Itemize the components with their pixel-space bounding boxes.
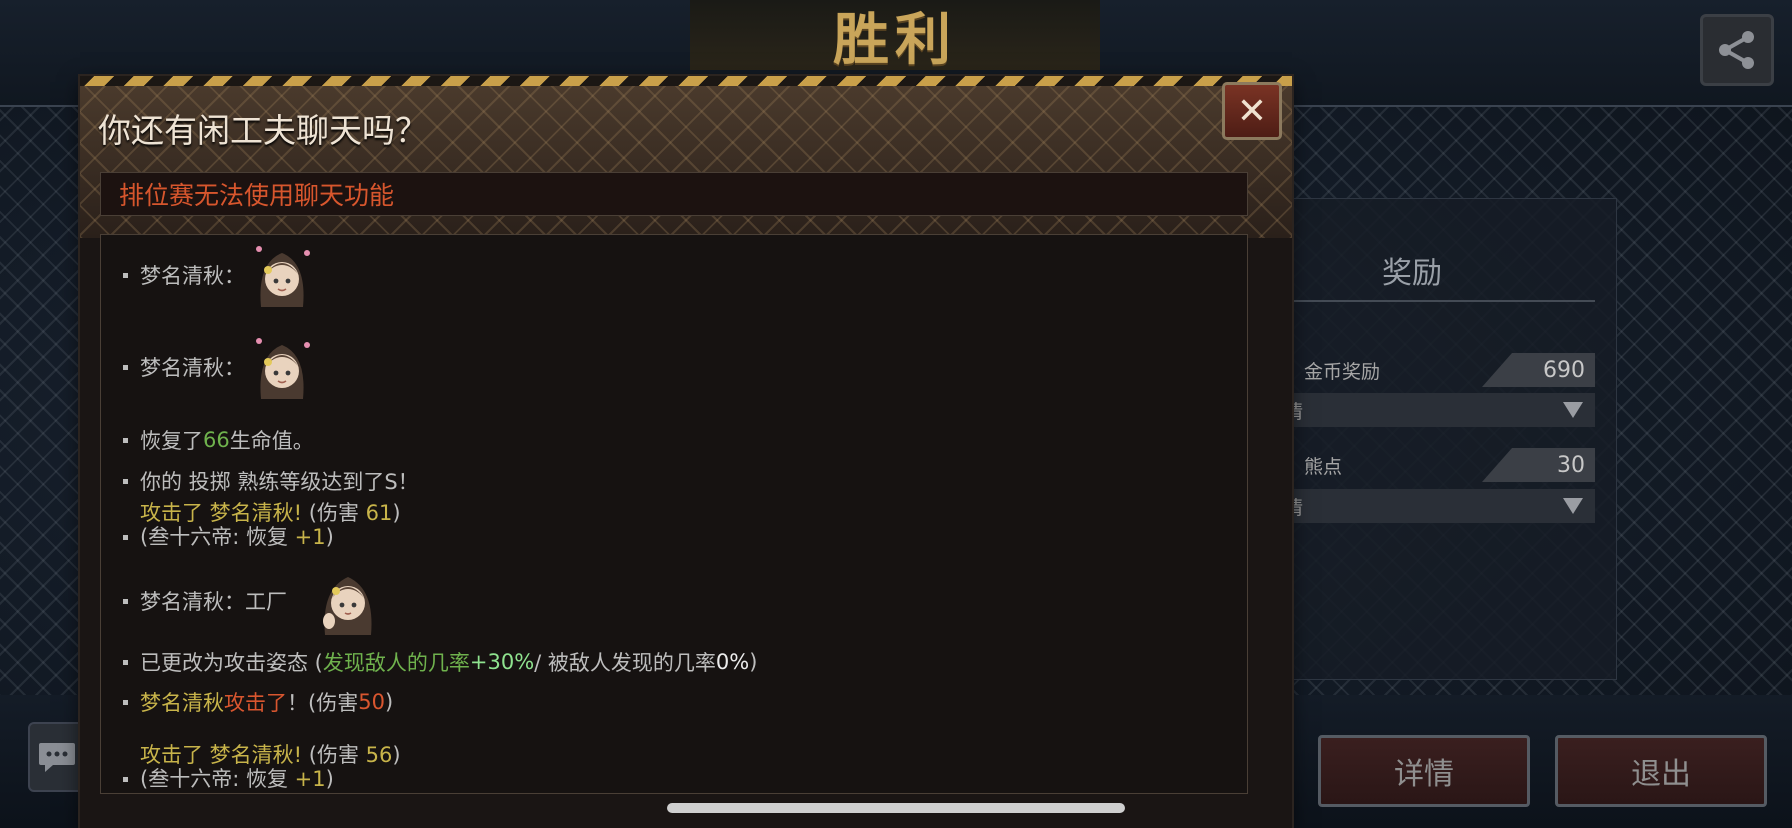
chat-message: 攻击了 梦名清秋! (伤害 61) (叁十六帝: 恢复 +1) <box>123 501 401 549</box>
heal-value: 66 <box>203 428 230 452</box>
girl-flower-sticker-icon <box>251 335 313 399</box>
message-text: 发现敌人的几率 <box>322 651 470 675</box>
reward-divider <box>1270 300 1595 302</box>
recover-value: +1 <box>294 767 326 791</box>
victory-banner: 胜利 <box>690 0 1100 73</box>
message-text: ) <box>392 501 401 525</box>
chat-message: 梦名清秋：工厂 <box>123 569 379 635</box>
chat-message: 梦名清秋： <box>123 335 313 399</box>
reward-detail-dropdown[interactable]: 详情 <box>1255 393 1595 427</box>
recover-value: +1 <box>294 525 326 549</box>
home-indicator[interactable] <box>667 803 1125 813</box>
chat-message: 你的 投掷 熟练等级达到了S！ <box>123 466 419 496</box>
bullet <box>123 478 128 484</box>
message-text: ) <box>384 690 394 714</box>
message-text: ) <box>392 743 401 767</box>
attack-text: 攻击了 <box>224 691 287 715</box>
attack-text: 攻击了 梦名清秋! <box>140 743 303 767</box>
chat-dialog: 你还有闲工夫聊天吗？ ✕ 排位赛无法使用聊天功能 梦名清秋： 梦名清秋： 恢复了… <box>80 76 1292 828</box>
message-text: 恢复了 <box>140 429 203 453</box>
chat-log[interactable]: 梦名清秋： 梦名清秋： 恢复了 66 生命值。 你的 投掷 熟练等级达到了S！ … <box>100 234 1248 794</box>
chat-message: 已更改为攻击姿态 (发现敌人的几率 +30% / 被敌人发现的几率 0%) <box>123 647 757 677</box>
reward-label: 金币奖励 <box>1304 360 1381 383</box>
message-text: (叁十六帝: 恢复 <box>140 525 295 549</box>
bullet <box>123 437 128 443</box>
speaker-name: 梦名清秋： <box>140 264 245 288</box>
message-text: (伤害 <box>302 743 366 767</box>
victory-title: 胜利 <box>833 6 957 73</box>
bullet <box>123 272 128 278</box>
speaker-name: 梦名清秋： <box>140 356 245 380</box>
reward-detail-dropdown[interactable]: 详情 <box>1255 489 1595 523</box>
message-text: ) <box>325 525 334 549</box>
girl-wave-sticker-icon <box>317 569 379 635</box>
bullet <box>123 777 128 782</box>
message-text: ) <box>325 767 334 791</box>
chat-message: 梦名清秋： <box>123 243 313 307</box>
chat-message: 恢复了 66 生命值。 <box>123 425 314 455</box>
detected-value: 0% <box>715 650 750 674</box>
reward-label: 熊点 <box>1304 455 1343 478</box>
bullet <box>123 535 128 540</box>
chat-bubble-icon <box>39 743 75 772</box>
details-button[interactable]: 详情 <box>1318 735 1530 807</box>
bullet <box>123 699 128 705</box>
speaker-name: 梦名清秋 <box>140 691 224 715</box>
message-text: 已更改为攻击姿态 ( <box>140 651 323 675</box>
message-text: 你的 投掷 熟练等级达到了S！ <box>140 470 419 494</box>
chevron-down-icon <box>1563 498 1583 514</box>
close-button[interactable]: ✕ <box>1222 82 1282 140</box>
damage-value: 56 <box>365 743 393 767</box>
share-button[interactable] <box>1700 14 1774 86</box>
bullet <box>123 598 128 604</box>
bullet <box>123 364 128 370</box>
girl-flower-sticker-icon <box>251 243 313 307</box>
detect-bonus: +30% <box>469 650 535 674</box>
chat-disabled-notice: 排位赛无法使用聊天功能 <box>100 172 1248 216</box>
chat-button[interactable] <box>28 722 86 792</box>
attack-text: 攻击了 梦名清秋! <box>140 501 303 525</box>
chat-message: 攻击了 梦名清秋! (伤害 56) (叁十六帝: 恢复 +1) <box>123 743 401 791</box>
share-icon <box>1719 31 1754 69</box>
chevron-down-icon <box>1563 402 1583 418</box>
message-text: / 被敌人发现的几率 <box>534 651 716 675</box>
dialog-title: 你还有闲工夫聊天吗？ <box>98 111 428 150</box>
message-text: (叁十六帝: 恢复 <box>140 767 295 791</box>
message-text: 生命值。 <box>229 429 314 453</box>
message-text: (伤害 <box>302 501 366 525</box>
chat-message: 梦名清秋 攻击了 ！(伤害 50) <box>123 687 393 717</box>
damage-value: 50 <box>358 690 385 714</box>
damage-value: 61 <box>365 501 393 525</box>
close-icon: ✕ <box>1236 90 1268 132</box>
exit-button[interactable]: 退出 <box>1555 735 1767 807</box>
speaker-name: 梦名清秋：工厂 <box>140 590 287 614</box>
hazard-stripe <box>80 76 1292 86</box>
bullet <box>123 659 128 665</box>
message-text: ！(伤害 <box>287 691 359 715</box>
message-text: ) <box>749 650 758 674</box>
